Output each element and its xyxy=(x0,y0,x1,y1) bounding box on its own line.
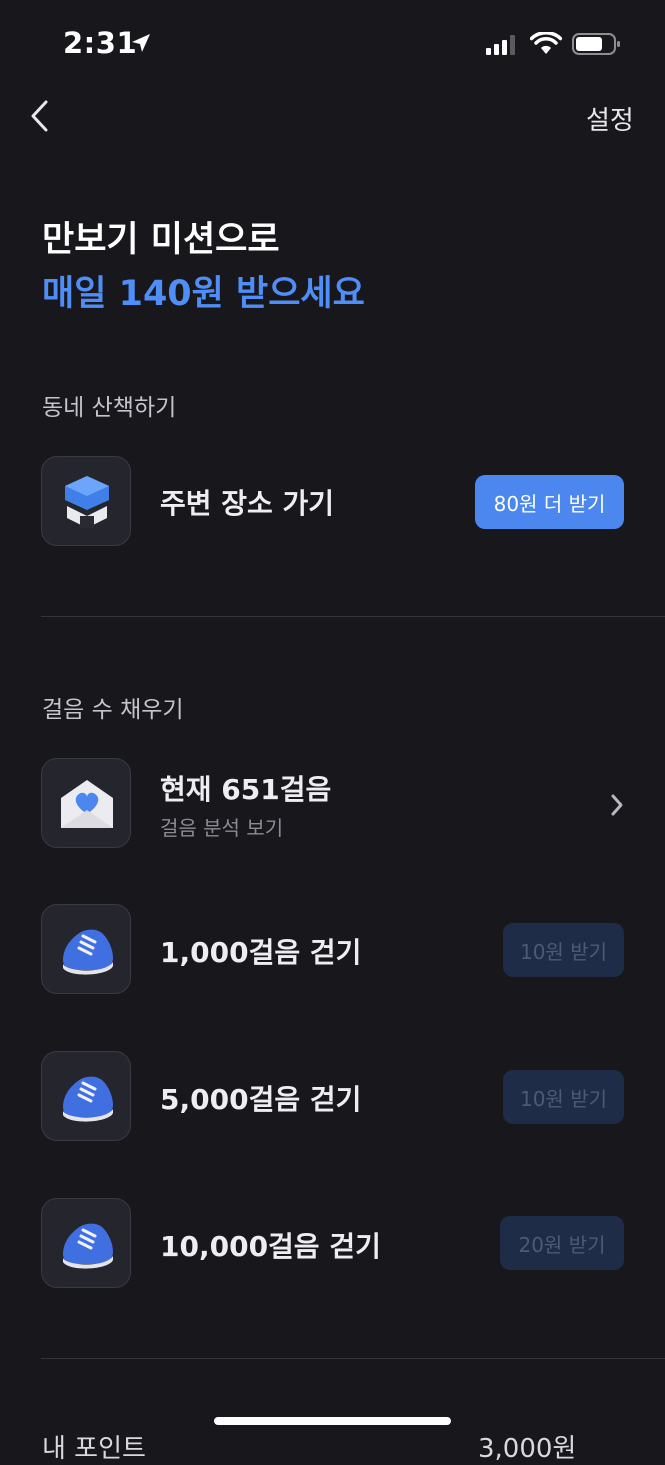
step-analysis-link[interactable]: 걸음 분석 보기 xyxy=(160,812,283,841)
hero-title-line1: 만보기 미션으로 xyxy=(42,220,280,260)
points-value: 3,000원 xyxy=(478,1434,577,1464)
sneaker-icon xyxy=(41,1051,131,1141)
wifi-icon xyxy=(530,32,562,54)
section-title-walk: 동네 산책하기 xyxy=(42,395,177,421)
divider xyxy=(41,616,665,617)
sneaker-icon xyxy=(41,904,131,994)
mission-label: 1,000걸음 걷기 xyxy=(160,936,362,969)
status-time: 2:31 xyxy=(63,26,138,60)
mission-reward-button[interactable]: 20원 받기 xyxy=(500,1216,624,1270)
settings-button[interactable]: 설정 xyxy=(586,100,634,137)
mission-label: 10,000걸음 걷기 xyxy=(160,1230,381,1263)
mission-label: 5,000걸음 걷기 xyxy=(160,1083,362,1116)
location-arrow-icon xyxy=(132,34,150,52)
mission-reward-button[interactable]: 10원 받기 xyxy=(503,923,624,977)
current-steps-label[interactable]: 현재 651걸음 xyxy=(160,768,331,808)
back-chevron-icon[interactable] xyxy=(26,98,56,134)
sneaker-icon xyxy=(41,1198,131,1288)
heart-envelope-icon xyxy=(41,758,131,848)
section-title-steps: 걸음 수 채우기 xyxy=(42,697,184,723)
walk-mission-label: 주변 장소 가기 xyxy=(160,487,335,520)
divider xyxy=(41,1358,665,1359)
points-label[interactable]: 내 포인트 xyxy=(42,1428,146,1465)
chevron-right-icon[interactable] xyxy=(608,792,626,818)
battery-icon xyxy=(572,33,620,55)
cellular-signal-icon xyxy=(486,35,515,55)
walk-reward-button[interactable]: 80원 더 받기 xyxy=(475,475,624,529)
mission-reward-button[interactable]: 10원 받기 xyxy=(503,1070,624,1124)
home-indicator[interactable] xyxy=(214,1417,451,1425)
hero-title-line2: 매일 140원 받으세요 xyxy=(42,274,365,314)
map-pin-3d-icon xyxy=(41,456,131,546)
